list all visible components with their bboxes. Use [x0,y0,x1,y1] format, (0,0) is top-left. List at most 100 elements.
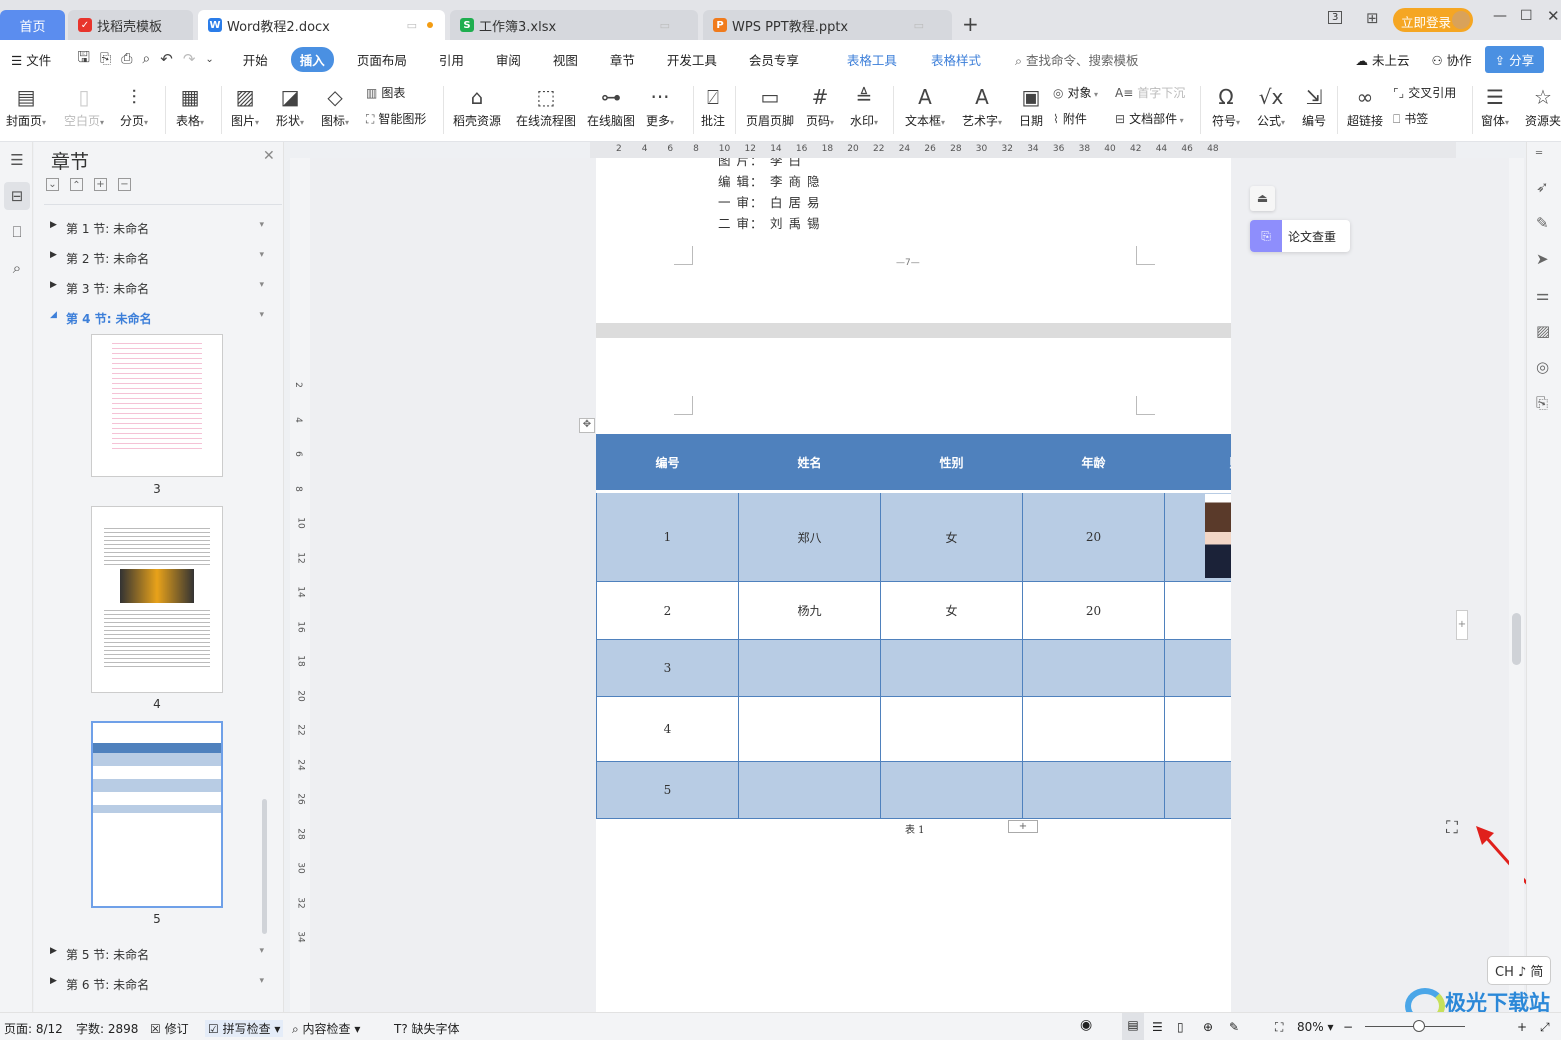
add-column-button[interactable]: + [1456,610,1468,640]
section-item-5[interactable]: ▶ 第 5 节: 未命名 ▾ [50,946,270,963]
zoom-level-dropdown[interactable]: 80% ▾ [1297,1020,1334,1034]
table-cell[interactable]: 5 [596,761,739,819]
read-mode-icon[interactable]: ⎘ [1536,394,1548,412]
customize-chevron-icon[interactable]: ⌄ [205,54,213,65]
ribbon-small-button-6[interactable]: ⌜⌟ 交叉引用 [1393,84,1456,101]
ribbon-button-3[interactable]: ▦ 表格▾ [176,82,204,129]
ribbon-button-12[interactable]: ▭ 页眉页脚 [746,82,794,129]
ribbon-small-button-0[interactable]: ▥ 图表 [366,84,405,101]
vertical-scrollbar[interactable] [1509,158,1524,1012]
table-move-handle-icon[interactable]: ✥ [579,418,595,433]
close-button[interactable]: ✕ [1547,7,1560,25]
add-row-button[interactable]: + [1008,820,1038,833]
horizontal-ruler[interactable]: 2 4 6 8 10 12 14 16 18 20 22 24 26 28 30 32 34 36 38 40 42 44… [590,142,1456,158]
ribbon-button-23[interactable]: ☆ 资源夹 [1525,82,1561,129]
ribbon-button-13[interactable]: # 页码▾ [806,82,834,129]
eye-protect-icon[interactable]: ◉ [1080,1017,1092,1033]
cloud-status-button[interactable]: ☁ 未上云 [1346,47,1418,72]
table-cell[interactable]: 20 [1022,581,1165,640]
save-icon[interactable]: 🖫 [77,47,90,72]
collapsed-triangle-icon[interactable]: ▶ [50,280,66,297]
tab-6[interactable]: 章节 [601,47,644,72]
scroll-top-button[interactable]: ⏏ [1250,186,1275,211]
vertical-ruler[interactable]: 2 4 6 8 10 12 14 16 18 20 22 24 26 28 30 32 34 [290,158,310,1012]
bookmark-icon[interactable]: ⎕ [4,218,30,246]
spell-check-toggle[interactable]: ☑ 拼写检查 ▾ [205,1020,284,1037]
ribbon-button-11[interactable]: ⍁ 批注 [701,82,725,129]
table-cell[interactable]: 杨九 [738,581,881,640]
ribbon-button-6[interactable]: ◇ 图标▾ [321,82,349,129]
expanded-triangle-icon[interactable]: ◢ [50,310,66,327]
minimize-button[interactable]: — [1493,8,1507,24]
cursor-icon[interactable]: ➤ [1536,250,1549,268]
ribbon-button-9[interactable]: ⊶ 在线脑图 [587,82,635,129]
section-menu-icon[interactable]: ▾ [259,946,264,956]
ribbon-small-button-4[interactable]: ⌇ 附件 [1053,110,1087,127]
table-cell[interactable] [1164,761,1231,819]
tab-1[interactable]: 插入 [290,46,334,72]
table-cell[interactable]: 女 [880,491,1023,582]
table-cell[interactable] [738,639,881,697]
table-cell[interactable]: 3 [596,639,739,697]
rocket-icon[interactable]: ➶ [1536,178,1549,196]
ribbon-button-21[interactable]: ∞ 超链接 [1347,82,1383,129]
table-cell[interactable] [738,696,881,762]
ribbon-button-0[interactable]: ▤ 封面页▾ [6,82,46,129]
login-button[interactable]: 立即登录 [1393,8,1473,32]
ribbon-button-16[interactable]: A 艺术字▾ [962,82,1002,129]
table-cell[interactable]: 20 [1022,491,1165,582]
section-item-3[interactable]: ▶ 第 3 节: 未命名 ▾ [50,280,270,297]
tab-2[interactable]: 页面布局 [348,47,416,72]
content-check-button[interactable]: ⌕ 内容检查 ▾ [292,1020,360,1037]
section-item-1[interactable]: ▶ 第 1 节: 未命名 ▾ [50,220,270,237]
section-menu-icon[interactable]: ▾ [259,976,264,986]
ribbon-button-17[interactable]: ▣ 日期 [1019,82,1043,129]
page-thumbnail-3[interactable] [91,334,223,477]
maximize-button[interactable]: ☐ [1520,8,1533,24]
tab-4[interactable]: 审阅 [487,47,530,72]
ribbon-button-7[interactable]: ⌂ 稻壳资源 [453,82,501,129]
ribbon-button-14[interactable]: ≜ 水印▾ [850,82,878,129]
ribbon-button-22[interactable]: ☰ 窗体▾ [1481,82,1509,129]
panel-scrollbar[interactable] [262,799,267,934]
apps-grid-icon[interactable]: ⊞ [1366,9,1379,27]
page-count[interactable]: 页面: 8/12 [4,1020,63,1037]
table-cell[interactable] [1164,696,1231,762]
fit-page-icon[interactable]: ⛶ [1446,818,1458,838]
page-view-icon[interactable]: ▤ [1122,1013,1144,1040]
table-cell[interactable]: 女 [880,581,1023,640]
table-cell[interactable]: 4 [596,696,739,762]
section-menu-icon[interactable]: ▾ [259,250,264,260]
ribbon-button-10[interactable]: ··· 更多▾ [646,82,674,129]
table-cell[interactable] [1022,639,1165,697]
print-preview-icon[interactable]: ⌕ [142,51,150,67]
ribbon-small-button-5[interactable]: ⊟ 文档部件 ▾ [1115,110,1184,127]
tab-home[interactable]: 首页 [0,10,65,40]
print-icon[interactable]: ⎙ [121,51,132,67]
ime-indicator[interactable]: CH ♪ 简 [1487,956,1552,985]
page-thumbnail-4[interactable] [91,506,223,693]
ribbon-small-button-3[interactable]: A≡ 首字下沉 [1115,84,1185,101]
layout-count-button[interactable]: 3 [1328,11,1343,24]
fit-width-icon[interactable]: ⛶ [1275,1020,1283,1035]
tab-table-tools[interactable]: 表格工具 [838,47,906,72]
remove-section-icon[interactable]: − [118,178,131,191]
ribbon-button-15[interactable]: A 文本框▾ [905,82,945,129]
web-view-icon[interactable]: ⊕ [1203,1020,1213,1034]
ribbon-button-5[interactable]: ◪ 形状▾ [276,82,304,129]
command-search[interactable]: ⌕ 查找命令、搜索模板 [1006,47,1148,72]
outline-icon[interactable]: ☰ [4,146,30,174]
missing-font-button[interactable]: T? 缺失字体 [394,1020,460,1037]
new-tab-button[interactable]: + [962,12,979,36]
section-item-2[interactable]: ▶ 第 2 节: 未命名 ▾ [50,250,270,267]
chapter-nav-icon[interactable]: ⊟ [4,182,30,210]
tab-ppt[interactable]: P WPS PPT教程.pptx ▭ [703,10,952,40]
tab-0[interactable]: 开始 [234,47,277,72]
tab-word-doc[interactable]: W Word教程2.docx ▭ [198,10,445,40]
section-menu-icon[interactable]: ▾ [259,310,264,320]
close-panel-icon[interactable]: ✕ [263,148,275,164]
table-cell[interactable]: 1 [596,491,739,582]
ribbon-small-button-1[interactable]: ⛶ 智能图形 [366,110,426,127]
table-cell[interactable] [1022,696,1165,762]
collapsed-triangle-icon[interactable]: ▶ [50,946,66,963]
